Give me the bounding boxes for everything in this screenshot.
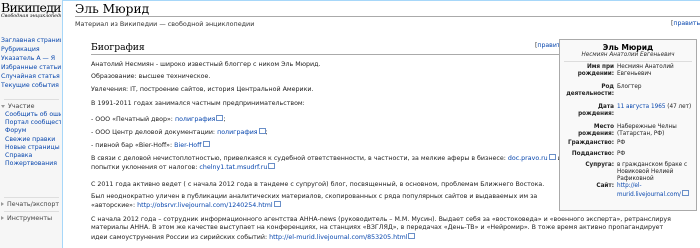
nav-item-donations[interactable]: Пожертвования [5,160,61,168]
external-link-icon [202,141,210,147]
chevron-right-icon [1,202,4,206]
nav-item-featured[interactable]: Избранные статьи [1,63,61,72]
paragraph-education: Образование: высшее техническое. [91,73,211,80]
logo-wordmark: Википедия [1,1,61,15]
external-link[interactable]: doc.pravo.ru [508,155,548,162]
age-text: (47 лет) [665,104,692,110]
nav-item-community-portal[interactable]: Портал сообщества [5,119,61,127]
nav-item-index[interactable]: Указатель А — Я [1,54,61,63]
external-link[interactable]: http://obsrvr.livejournal.com/1240254.ht… [137,202,272,209]
list-item-text: - пивной бар «Bier-Hoff»: [91,142,173,149]
sidebar: Википедия Свободная энциклопедия Заглавн… [0,0,62,248]
edit-page-link: [править] [671,20,700,27]
external-link[interactable]: chelny1.tat.msudrf.ru [199,164,267,171]
infobox-label: Супруга: [585,162,614,168]
site-subtitle: Материал из Википедии — свободной энцикл… [75,20,255,28]
external-link[interactable]: Bier-Hoff [174,142,201,149]
infobox-value: Блогтер [617,84,642,90]
nav-item-report-error[interactable]: Сообщить об ошибке [5,111,61,119]
list-item: - ООО Центр деловой документации: полигр… [91,128,268,136]
logo-tagline: Свободная энциклопедия [1,14,61,19]
infobox-value: в гражданском браке с Новиковой Нелией Р… [617,162,688,182]
portal-heading-print-export[interactable]: Печать/экспорт [0,200,59,209]
section-heading-biography: Биография [91,42,145,53]
infobox: Эль Мюрид Несмиян Анатолий Евгеньевич Им… [559,39,697,211]
paragraph-plagiarism: Был неоднократно уличен в публикации ана… [91,193,571,211]
nav-item-new-pages[interactable]: Новые страницы [5,144,61,152]
portal-heading-label: Инструменты [7,215,53,222]
page-title: Эль Мюрид [75,2,150,16]
external-link-icon [548,154,556,160]
infobox-value: Несмиян Анатолий Евгеньевич [617,64,674,77]
external-link-icon [273,201,281,208]
chevron-right-icon [1,216,4,220]
external-link-icon [408,232,416,239]
list-item-text: - ООО Центр деловой документации: [91,129,216,136]
external-link-icon [681,190,689,196]
paragraph-business: В 1991-2011 годах занимался частным пред… [91,100,305,107]
external-link[interactable]: полиграфия [217,129,258,136]
infobox-value: РФ [617,140,626,146]
chevron-down-icon [1,104,5,108]
edit-page-button[interactable]: править [673,20,700,27]
birth-date-link[interactable]: 11 августа 1965 [617,104,665,110]
nav-item-current-events[interactable]: Текущие события [1,81,61,90]
infobox-value: РФ [617,151,626,157]
nav-item-forum[interactable]: Форум [5,127,61,135]
nav-item-main-page[interactable]: Заглавная страница [1,36,61,45]
article-content: Эль Мюрид Материал из Википедии — свобод… [62,0,700,248]
infobox-label: Род деятельности: [566,84,614,97]
paragraph-blog: С 2011 года активно ведет ( с начала 201… [91,181,545,188]
external-link[interactable]: http://el-murid.livejournal.com/853205.h… [269,234,407,241]
paragraph-intro: Анатолий Несмиян - широко известный блог… [91,61,321,68]
participation-navigation: Сообщить об ошибке Портал сообщества Фор… [5,111,61,168]
paragraph-text: В связи с деловой нечистоплотностью, при… [91,155,506,162]
sidebar-divider [4,99,59,100]
paragraph-anna-news: С начала 2012 года – сотрудник информаци… [91,216,671,242]
title-divider [75,16,700,17]
infobox-value: Набережные Челны (Татарстан, РФ) [617,124,677,137]
external-link-icon [216,115,224,121]
website-link[interactable]: http://el-murid.livejournal.com/ [617,183,681,198]
portal-heading-participation[interactable]: Участие [0,102,35,111]
infobox-value: 11 августа 1965 (47 лет) [617,104,695,111]
infobox-label: Сайт: [596,183,614,189]
portal-heading-label: Участие [8,103,35,110]
infobox-title: Эль Мюрид [602,43,654,52]
main-navigation: Заглавная страница Рубрикация Указатель … [1,36,61,90]
infobox-subtitle: Несмиян Анатолий Евгеньевич [581,52,675,58]
infobox-label: Подданство: [571,151,614,157]
infobox-value: http://el-murid.livejournal.com/ [617,183,695,199]
paragraph-hobbies: Увлечения: IT, построение сайтов, истори… [91,86,314,93]
list-item: - ООО «Печатный двор»: полиграфия; [91,115,226,123]
nav-item-help[interactable]: Справка [5,152,61,160]
external-link-icon [258,128,266,134]
infobox-label: Гражданство: [567,140,614,146]
wikipedia-logo[interactable]: Википедия Свободная энциклопедия [1,1,61,23]
external-link-icon [268,163,276,170]
infobox-label: Место рождения: [578,124,614,137]
infobox-label: Имя при рождении: [577,64,614,77]
portal-heading-tools[interactable]: Инструменты [0,214,52,223]
sidebar-divider [4,197,59,198]
list-item-text: - ООО «Печатный двор»: [91,116,173,123]
nav-item-categories[interactable]: Рубрикация [1,45,61,54]
infobox-label: Дата рождения: [578,104,614,117]
list-item: - пивной бар «Bier-Hoff»: Bier-Hoff [91,141,210,150]
sidebar-divider [4,211,59,212]
paragraph-legal: В связи с деловой нечистоплотностью, при… [91,154,569,173]
section-divider [91,54,565,55]
nav-item-random[interactable]: Случайная статья [1,72,61,81]
portal-heading-label: Печать/экспорт [7,201,60,208]
nav-item-recent-changes[interactable]: Свежие правки [5,136,61,144]
external-link[interactable]: полиграфия [175,116,216,123]
infobox-divider [564,61,692,62]
